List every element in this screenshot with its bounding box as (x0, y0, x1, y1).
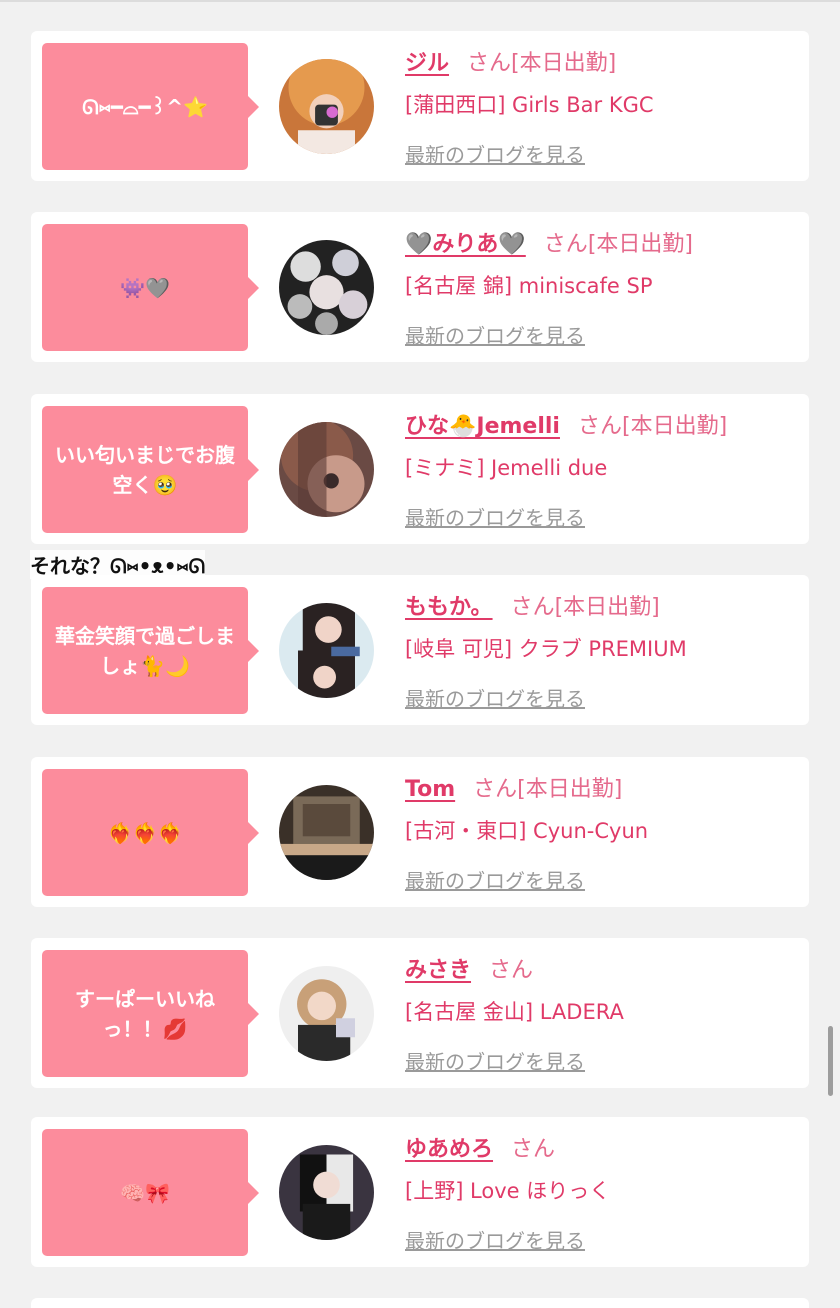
comment-bubble: 👾🩶 (42, 224, 259, 351)
scrollbar[interactable] (828, 1026, 833, 1096)
name-line: ジル さん[本日出勤] (405, 45, 616, 77)
shop-name[interactable]: [ミナミ] Jemelli due (405, 452, 607, 482)
avatar[interactable] (279, 966, 374, 1061)
honorific: さん (543, 232, 588, 257)
avatar[interactable] (279, 59, 374, 154)
cast-name-link[interactable]: 🩶みりあ🩶 (405, 232, 526, 257)
blog-link[interactable]: 最新のブログを見る (405, 320, 585, 349)
blog-link[interactable]: 最新のブログを見る (405, 502, 585, 531)
next-card-edge (31, 1298, 809, 1308)
shop-name[interactable]: [岐阜 可児] クラブ PREMIUM (405, 633, 687, 663)
cast-card: いい匂いまじでお腹空く🥹 ひな🐣Jemelli さん[本日出勤] [ミナミ] Je… (31, 394, 809, 544)
honorific: さん (510, 595, 555, 620)
honorific: さん (467, 51, 512, 76)
status-text: [本日出勤] (511, 51, 617, 76)
cast-name-link[interactable]: ひな🐣Jemelli (405, 414, 560, 439)
honorific: さん (489, 958, 534, 983)
shop-name[interactable]: [蒲田西口] Girls Bar KGC (405, 89, 654, 119)
cast-name-link[interactable]: ジル (405, 51, 449, 76)
avatar[interactable] (279, 240, 374, 335)
honorific: さん (577, 414, 622, 439)
status-text: [本日出勤] (554, 595, 660, 620)
comment-bubble: ᘏ⑅━⌓━꒱^⭐️ (42, 43, 259, 170)
status-text: [本日出勤] (587, 232, 693, 257)
cast-name-link[interactable]: ゆあめろ (405, 1137, 493, 1162)
top-divider (0, 0, 840, 2)
honorific: さん (473, 777, 518, 802)
cast-card: ❤️‍🔥❤️‍🔥❤️‍🔥 Tom さん[本日出勤] [古河・東口] Cyun-Cy… (31, 757, 809, 907)
cast-card: ᘏ⑅━⌓━꒱^⭐️ ジル さん[本日出勤] [蒲田西口] Girls Bar KG… (31, 31, 809, 181)
shop-name[interactable]: [上野] Love ほりっく (405, 1175, 610, 1205)
cast-card: 華金笑顔で過ごしましょ🐈🌙 ももか。 さん[本日出勤] [岐阜 可児] クラブ P… (31, 575, 809, 725)
name-line: ももか。 さん[本日出勤] (405, 589, 660, 621)
avatar[interactable] (279, 422, 374, 517)
status-text: [本日出勤] (517, 777, 623, 802)
shop-name[interactable]: [古河・東口] Cyun-Cyun (405, 815, 648, 845)
name-line: 🩶みりあ🩶 さん[本日出勤] (405, 226, 693, 258)
blog-link[interactable]: 最新のブログを見る (405, 1225, 585, 1254)
cast-card: 🧠🎀 ゆあめろ さん [上野] Love ほりっく 最新のブログを見る (31, 1117, 809, 1267)
shop-name[interactable]: [名古屋 金山] LADERA (405, 996, 624, 1026)
blog-link[interactable]: 最新のブログを見る (405, 139, 585, 168)
comment-bubble: ❤️‍🔥❤️‍🔥❤️‍🔥 (42, 769, 259, 896)
avatar[interactable] (279, 785, 374, 880)
name-line: ひな🐣Jemelli さん[本日出勤] (405, 408, 727, 440)
avatar[interactable] (279, 1145, 374, 1240)
blog-link[interactable]: 最新のブログを見る (405, 1046, 585, 1075)
status-text: [本日出勤] (621, 414, 728, 439)
cast-name-link[interactable]: Tom (405, 777, 455, 802)
comment-bubble: すーぱーいいねっ！！💋 (42, 950, 259, 1077)
shop-name[interactable]: [名古屋 錦] miniscafe SP (405, 270, 653, 300)
cast-name-link[interactable]: ももか。 (405, 595, 493, 620)
cast-card: 👾🩶 🩶みりあ🩶 さん[本日出勤] [名古屋 錦] miniscafe SP 最新… (31, 212, 809, 362)
name-line: みさき さん (405, 952, 533, 984)
name-line: Tom さん[本日出勤] (405, 771, 622, 803)
comment-bubble: 🧠🎀 (42, 1129, 259, 1256)
honorific: さん (511, 1137, 556, 1162)
comment-bubble: いい匂いまじでお腹空く🥹 (42, 406, 259, 533)
blog-link[interactable]: 最新のブログを見る (405, 865, 585, 894)
cast-card: すーぱーいいねっ！！💋 みさき さん [名古屋 金山] LADERA 最新のブログ… (31, 938, 809, 1088)
cast-name-link[interactable]: みさき (405, 958, 471, 983)
avatar[interactable] (279, 603, 374, 698)
comment-bubble: 華金笑顔で過ごしましょ🐈🌙 (42, 587, 259, 714)
name-line: ゆあめろ さん (405, 1131, 555, 1163)
blog-link[interactable]: 最新のブログを見る (405, 683, 585, 712)
